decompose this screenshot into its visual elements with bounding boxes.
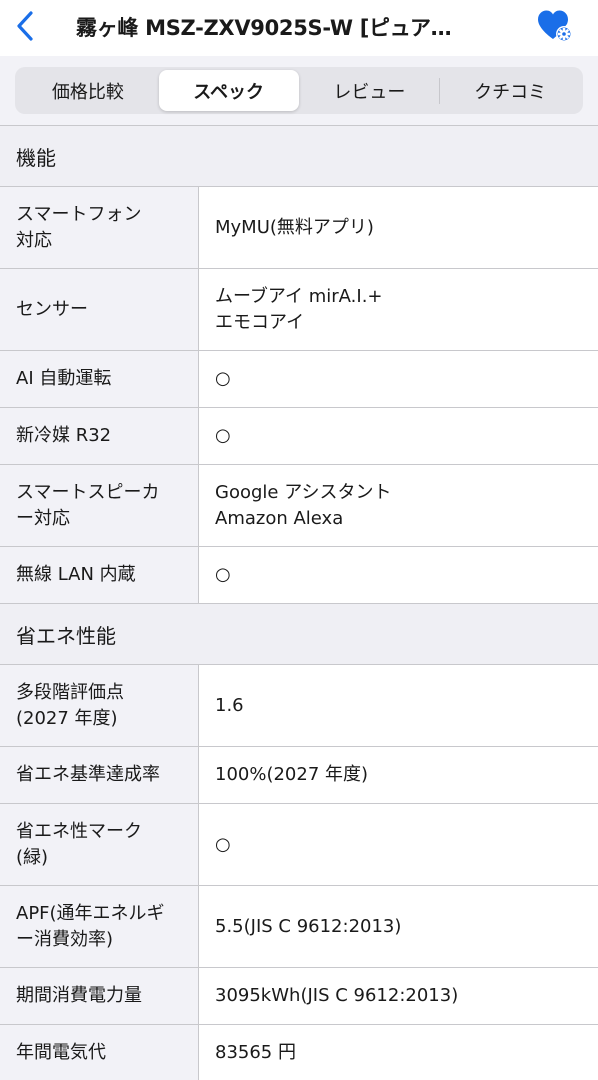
spec-screen: 霧ヶ峰 MSZ-ZXV9025S-W [ピュア… 価格比較 スペック レビュー … (0, 0, 598, 1080)
spec-value: ○ (199, 351, 598, 407)
back-button[interactable] (8, 7, 42, 45)
segmented-control: 価格比較 スペック レビュー クチコミ (15, 67, 583, 114)
section-header-features: 機能 (0, 126, 598, 187)
chevron-left-icon (17, 11, 33, 41)
spec-value: ムーブアイ mirA.I.+ エモコアイ (199, 269, 598, 350)
spec-row-rating: 多段階評価点 (2027 年度) 1.6 (0, 665, 598, 747)
spec-label: APF(通年エネルギ ー消費効率) (0, 886, 199, 967)
tab-spec[interactable]: スペック (158, 70, 299, 111)
spec-row-smart-speaker: スマートスピーカ ー対応 Google アシスタント Amazon Alexa (0, 465, 598, 547)
spec-value: 1.6 (199, 665, 598, 746)
spec-label: 省エネ性マーク (緑) (0, 804, 199, 885)
spec-row-refrigerant: 新冷媒 R32 ○ (0, 408, 598, 465)
spec-row-ai-auto: AI 自動運転 ○ (0, 351, 598, 408)
spec-row-smartphone: スマートフォン 対応 MyMU(無料アプリ) (0, 187, 598, 269)
section-header-energy: 省エネ性能 (0, 604, 598, 665)
spec-label: AI 自動運転 (0, 351, 199, 407)
tab-price-compare[interactable]: 価格比較 (18, 70, 158, 111)
spec-label: 期間消費電力量 (0, 968, 199, 1024)
spec-label: スマートスピーカ ー対応 (0, 465, 199, 546)
spec-row-apf: APF(通年エネルギ ー消費効率) 5.5(JIS C 9612:2013) (0, 886, 598, 968)
spec-label: スマートフォン 対応 (0, 187, 199, 268)
favorite-settings-button[interactable] (536, 8, 576, 44)
segment-bar-container: 価格比較 スペック レビュー クチコミ (0, 56, 598, 126)
spec-value: 3095kWh(JIS C 9612:2013) (199, 968, 598, 1024)
spec-row-achievement: 省エネ基準達成率 100%(2027 年度) (0, 747, 598, 804)
spec-row-electricity-cost: 年間電気代 83565 円 (0, 1025, 598, 1080)
spec-value: ○ (199, 547, 598, 603)
spec-value: 100%(2027 年度) (199, 747, 598, 803)
spec-value: ○ (199, 408, 598, 464)
tab-kuchikomi[interactable]: クチコミ (440, 70, 580, 111)
spec-row-wireless-lan: 無線 LAN 内蔵 ○ (0, 547, 598, 604)
spec-value: MyMU(無料アプリ) (199, 187, 598, 268)
spec-label: 年間電気代 (0, 1025, 199, 1080)
spec-label: 省エネ基準達成率 (0, 747, 199, 803)
nav-bar: 霧ヶ峰 MSZ-ZXV9025S-W [ピュア… (0, 0, 598, 56)
spec-label: 無線 LAN 内蔵 (0, 547, 199, 603)
spec-label: センサー (0, 269, 199, 350)
spec-value: ○ (199, 804, 598, 885)
spec-row-sensor: センサー ムーブアイ mirA.I.+ エモコアイ (0, 269, 598, 351)
tab-review[interactable]: レビュー (300, 70, 440, 111)
spec-value: 5.5(JIS C 9612:2013) (199, 886, 598, 967)
heart-gear-icon (538, 10, 572, 42)
spec-value: 83565 円 (199, 1025, 598, 1080)
spec-row-energy-mark: 省エネ性マーク (緑) ○ (0, 804, 598, 886)
spec-label: 新冷媒 R32 (0, 408, 199, 464)
spec-row-power-consumption: 期間消費電力量 3095kWh(JIS C 9612:2013) (0, 968, 598, 1025)
spec-label: 多段階評価点 (2027 年度) (0, 665, 199, 746)
page-title: 霧ヶ峰 MSZ-ZXV9025S-W [ピュア… (76, 16, 452, 40)
spec-value: Google アシスタント Amazon Alexa (199, 465, 598, 546)
